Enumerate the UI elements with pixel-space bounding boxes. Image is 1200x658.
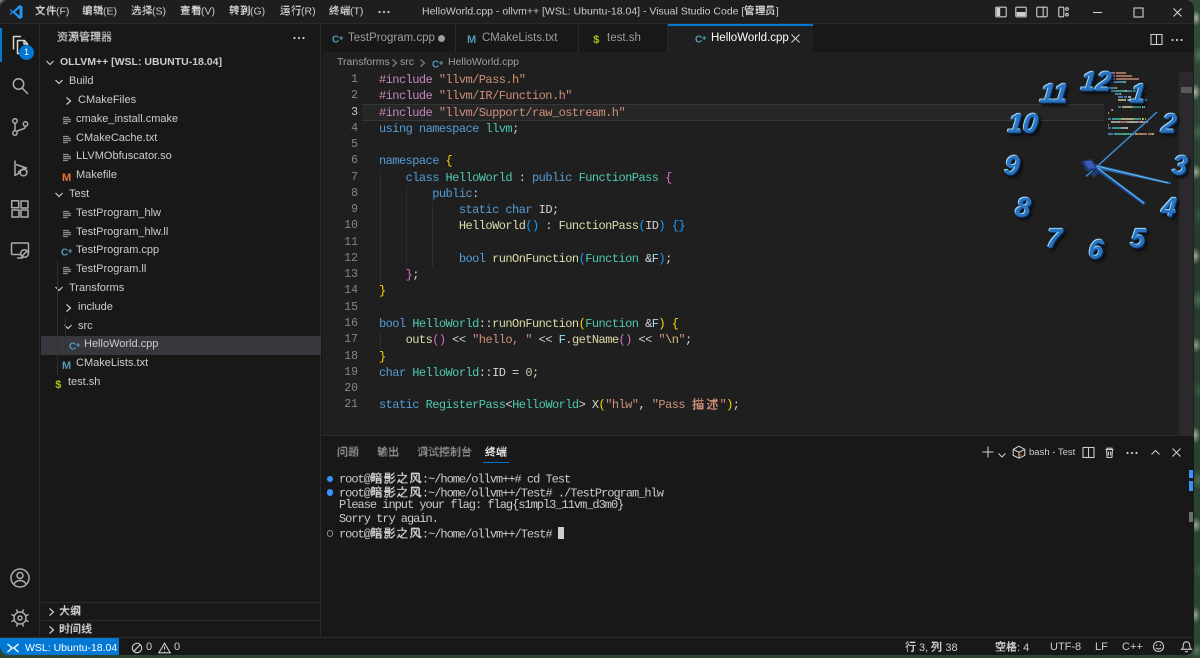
svg-text:$: $ xyxy=(55,380,62,390)
svg-text:C: C xyxy=(695,35,702,46)
svg-text:C: C xyxy=(332,35,339,46)
svg-text:C: C xyxy=(432,60,439,71)
svg-text:C: C xyxy=(69,342,76,353)
svg-text:M: M xyxy=(467,34,476,45)
svg-text:$: $ xyxy=(593,35,600,45)
svg-text:M: M xyxy=(62,360,71,371)
svg-text:C: C xyxy=(61,248,68,259)
svg-text:M: M xyxy=(62,172,71,183)
